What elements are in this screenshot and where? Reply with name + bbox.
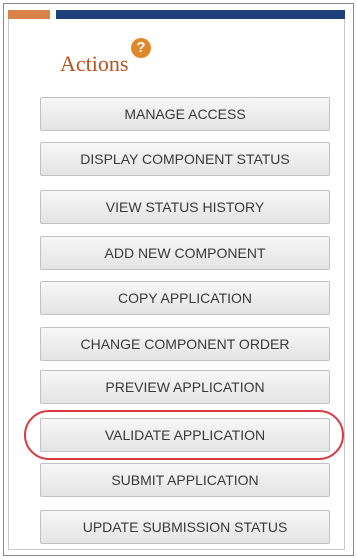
manage-access-button[interactable]: MANAGE ACCESS (40, 97, 330, 131)
help-icon[interactable]: ? (131, 38, 151, 58)
update-submission-status-button[interactable]: UPDATE SUBMISSION STATUS (40, 510, 330, 544)
actions-title: Actions (60, 51, 129, 76)
display-component-status-button[interactable]: DISPLAY COMPONENT STATUS (40, 142, 330, 176)
add-new-component-button[interactable]: ADD NEW COMPONENT (40, 236, 330, 270)
validate-application-button[interactable]: VALIDATE APPLICATION (40, 418, 330, 452)
header-accent-orange (8, 10, 50, 19)
change-component-order-button[interactable]: CHANGE COMPONENT ORDER (40, 327, 330, 361)
copy-application-button[interactable]: COPY APPLICATION (40, 281, 330, 315)
view-status-history-button[interactable]: VIEW STATUS HISTORY (40, 190, 330, 224)
submit-application-button[interactable]: SUBMIT APPLICATION (40, 463, 330, 497)
preview-application-button[interactable]: PREVIEW APPLICATION (40, 370, 330, 404)
header-accent-navy (56, 10, 345, 19)
